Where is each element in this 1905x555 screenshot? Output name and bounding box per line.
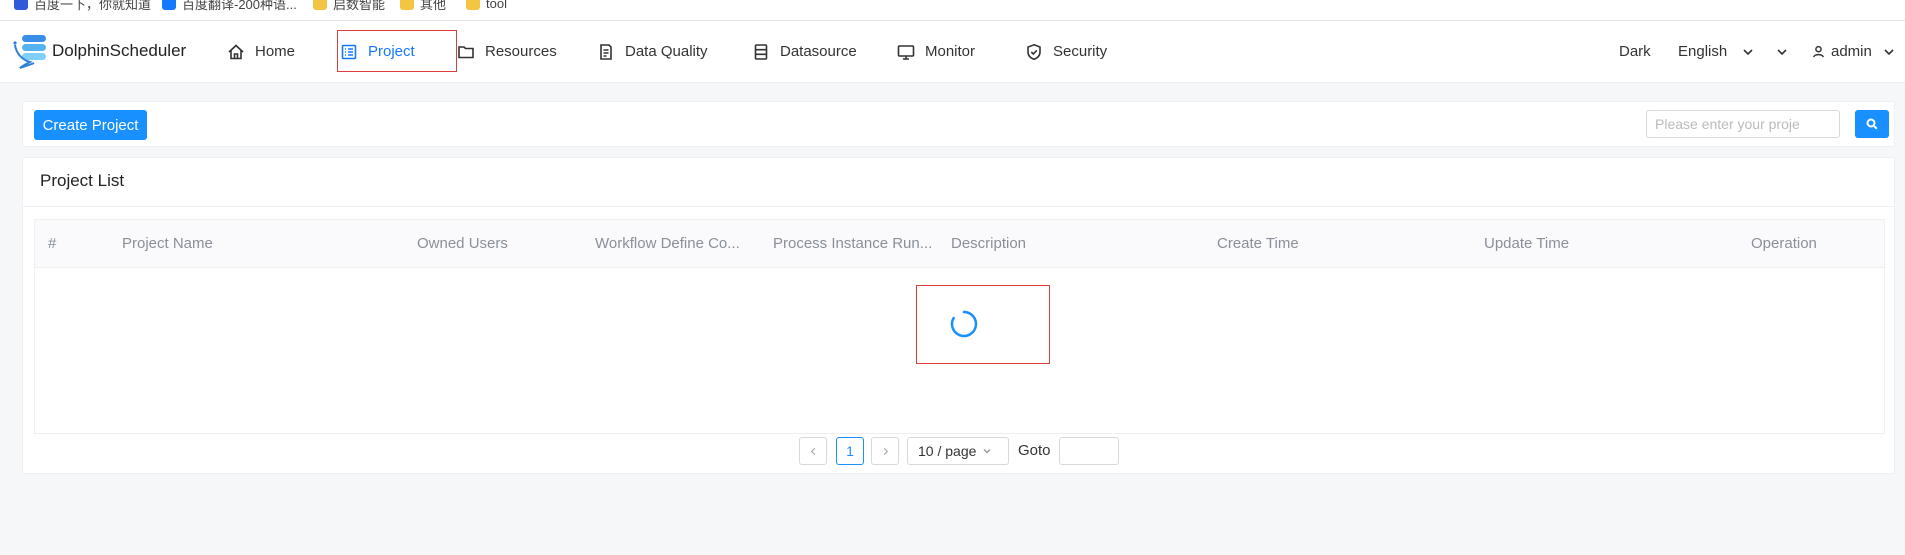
bookmark-qishu[interactable]: 启数智能 [313,0,385,12]
column-operation: Operation [1751,235,1817,252]
more-dropdown[interactable] [1775,21,1789,82]
prev-page-button[interactable] [799,437,827,465]
bookmarks-bar: 百度一下，你就知道 百度翻译-200种语... 启数智能 其他 tool [0,0,1905,21]
chevron-down-icon [983,448,991,454]
table-header: # Project Name Owned Users Workflow Defi… [35,220,1884,268]
bookmark-other[interactable]: 其他 [400,0,446,12]
column-create-time: Create Time [1217,235,1299,252]
bookmark-baidu[interactable]: 百度一下，你就知道 [14,0,151,12]
shield-icon [1027,43,1041,60]
column-process-instance-running: Process Instance Run... [773,235,933,252]
top-header: DolphinScheduler Home Project Resources … [0,21,1905,83]
card-divider [23,206,1894,207]
translate-icon [162,0,176,10]
logo-text: DolphinScheduler [52,41,187,60]
nav-security[interactable]: Security [1025,21,1107,82]
dolphin-logo-icon [13,35,46,69]
loading-highlight-box [916,285,1050,364]
goto-label: Goto [1018,442,1051,459]
nav-monitor[interactable]: Monitor [897,21,975,82]
logo[interactable]: DolphinScheduler [12,33,186,69]
project-toolbar: Create Project [22,101,1895,147]
page-number-button[interactable]: 1 [836,437,864,465]
paw-icon [14,0,28,10]
project-search-input[interactable] [1646,110,1840,138]
chevron-down-icon [1884,48,1894,55]
language-select[interactable]: English [1678,21,1755,82]
nav-resources[interactable]: Resources [457,21,557,82]
theme-toggle[interactable]: Dark [1619,21,1651,82]
user-menu[interactable]: admin [1812,21,1896,82]
user-icon [1813,45,1824,58]
folder-icon [458,45,474,58]
column-description: Description [951,235,1027,252]
chevron-left-icon [810,447,815,455]
bookmark-translate[interactable]: 百度翻译-200种语... [162,0,297,12]
datasource-icon [754,43,768,60]
nav-data-quality[interactable]: Data Quality [597,21,708,82]
page-size-select[interactable]: 10 / page [907,437,1009,465]
create-project-button[interactable]: Create Project [34,110,147,140]
data-quality-icon [600,43,612,60]
bookmark-tool[interactable]: tool [466,0,507,12]
nav-home[interactable]: Home [227,21,295,82]
card-title: Project List [40,171,125,190]
chevron-down-icon [1777,48,1787,55]
column-owned-users: Owned Users [417,235,508,252]
column-update-time: Update Time [1484,235,1570,252]
home-icon [228,43,244,59]
loading-spinner-icon [950,310,978,338]
nav-datasource[interactable]: Datasource [752,21,857,82]
search-icon [1866,118,1878,130]
goto-page-input[interactable] [1059,437,1119,465]
search-button[interactable] [1855,110,1889,138]
project-highlight-box [337,30,457,72]
monitor-icon [897,44,915,60]
column-workflow-define-count: Workflow Define Co... [595,235,740,252]
chevron-down-icon [1743,48,1753,55]
chevron-right-icon [883,447,888,455]
column-index: # [48,235,57,252]
column-project-name: Project Name [122,235,213,252]
folder-icon [466,0,480,10]
folder-icon [313,0,327,10]
folder-icon [400,0,414,10]
next-page-button[interactable] [871,437,899,465]
